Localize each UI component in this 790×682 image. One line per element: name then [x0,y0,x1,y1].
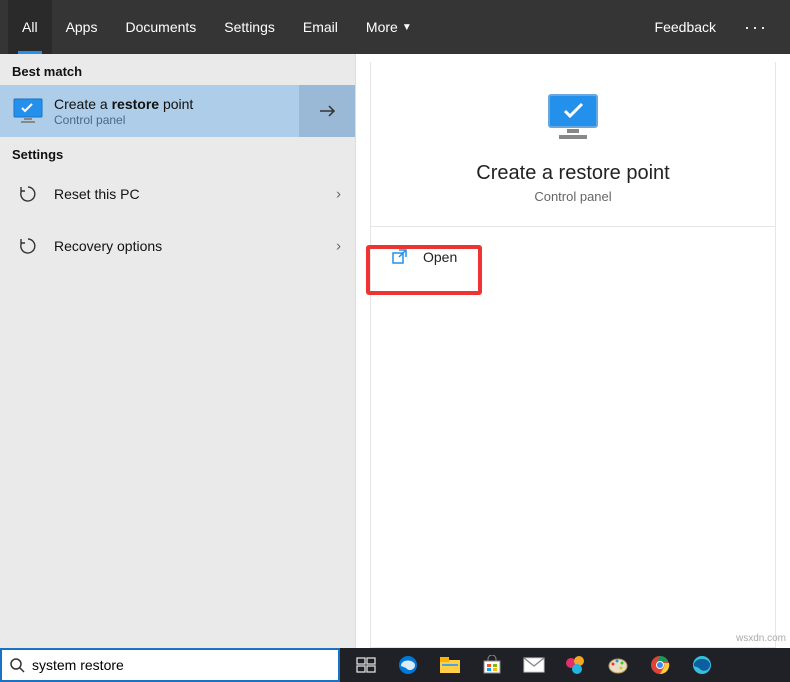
watermark: wsxdn.com [736,633,786,644]
search-filter-tabs: All Apps Documents Settings Email More ▼… [0,0,790,54]
taskbar-edge-chromium[interactable] [682,648,722,682]
tab-all-label: All [22,19,38,35]
chevron-right-icon: › [336,238,341,255]
tab-apps-label: Apps [66,19,98,35]
recovery-icon [12,230,44,262]
reset-icon [12,178,44,210]
expand-arrow-button[interactable] [299,85,355,137]
taskbar-app-colorful[interactable] [556,648,596,682]
tab-documents[interactable]: Documents [111,0,210,54]
detail-title: Create a restore point [371,162,775,185]
tab-settings[interactable]: Settings [210,0,289,54]
tab-all[interactable]: All [8,0,52,54]
taskbar-mail[interactable] [514,648,554,682]
search-box[interactable] [0,648,340,682]
tab-documents-label: Documents [125,19,196,35]
open-label: Open [423,249,457,265]
result-subtitle: Control panel [54,113,193,127]
detail-subtitle: Control panel [371,189,775,204]
tab-more-label: More [366,19,398,35]
taskbar-file-explorer[interactable] [430,648,470,682]
tab-apps[interactable]: Apps [52,0,112,54]
divider [371,226,775,227]
tab-more[interactable]: More ▼ [352,0,426,54]
search-input[interactable] [32,650,338,680]
taskbar [340,648,790,682]
monitor-check-icon [541,86,605,150]
taskbar-chrome[interactable] [640,648,680,682]
taskbar-edge[interactable] [388,648,428,682]
more-options-button[interactable]: ··· [730,17,782,38]
monitor-check-icon [12,95,44,127]
result-detail-panel: Create a restore point Control panel Ope… [356,54,790,648]
result-text: Create a restore point Control panel [54,96,193,127]
best-match-header: Best match [0,54,355,85]
result-label: Recovery options [54,238,162,254]
search-icon [2,657,32,673]
taskbar-store[interactable] [472,648,512,682]
chevron-down-icon: ▼ [402,22,412,33]
feedback-button[interactable]: Feedback [641,0,730,54]
tab-email[interactable]: Email [289,0,352,54]
result-reset-this-pc[interactable]: Reset this PC › [0,168,355,220]
open-icon [391,248,409,266]
taskbar-paint[interactable] [598,648,638,682]
feedback-label: Feedback [655,19,716,35]
result-recovery-options[interactable]: Recovery options › [0,220,355,272]
tab-settings-label: Settings [224,19,275,35]
settings-header: Settings [0,137,355,168]
tab-email-label: Email [303,19,338,35]
chevron-right-icon: › [336,186,341,203]
result-create-restore-point[interactable]: Create a restore point Control panel [0,85,355,137]
search-results-panel: Best match Create a restore point Contro… [0,54,356,648]
result-label: Reset this PC [54,186,140,202]
open-button[interactable]: Open [377,235,485,279]
task-view-button[interactable] [346,648,386,682]
